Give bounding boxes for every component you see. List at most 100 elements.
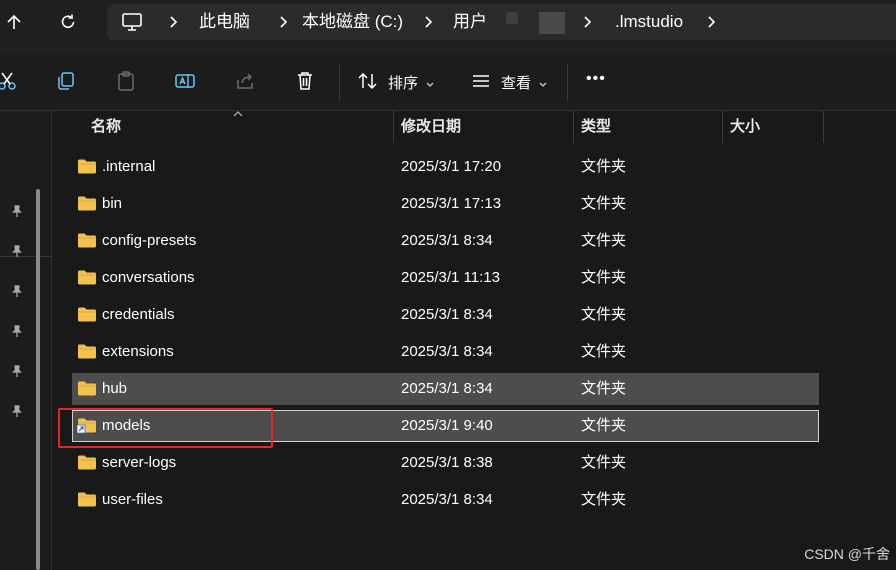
watermark: CSDN @千舍 bbox=[804, 546, 890, 562]
file-row[interactable]: extensions 2025/3/1 8:34 文件夹 bbox=[72, 336, 819, 368]
file-name[interactable]: models bbox=[102, 410, 150, 442]
file-type: 文件夹 bbox=[581, 380, 627, 397]
this-pc-icon bbox=[121, 12, 143, 37]
column-header-size[interactable]: 大小 bbox=[730, 111, 760, 143]
chevron-right-icon[interactable] bbox=[581, 14, 595, 30]
folder-icon bbox=[77, 380, 97, 397]
chevron-right-icon[interactable] bbox=[705, 14, 719, 30]
file-date: 2025/3/1 8:34 bbox=[401, 343, 493, 360]
file-row[interactable]: credentials 2025/3/1 8:34 文件夹 bbox=[72, 299, 819, 331]
column-header-date[interactable]: 修改日期 bbox=[401, 111, 461, 143]
address-bar-row: 此电脑 本地磁盘 (C:) 用户 .lmstudio bbox=[0, 0, 896, 54]
file-name[interactable]: bin bbox=[102, 188, 122, 220]
breadcrumb-users[interactable]: 用户 bbox=[453, 4, 487, 40]
address-box[interactable]: 此电脑 本地磁盘 (C:) 用户 .lmstudio bbox=[107, 4, 896, 40]
chevron-right-icon[interactable] bbox=[277, 14, 291, 30]
file-date: 2025/3/1 17:13 bbox=[401, 195, 502, 212]
folder-shortcut-icon bbox=[76, 417, 97, 434]
view-icon[interactable] bbox=[468, 68, 494, 94]
file-date: 2025/3/1 8:34 bbox=[401, 232, 493, 249]
chevron-right-icon[interactable] bbox=[167, 14, 181, 30]
file-date: 2025/3/1 9:40 bbox=[401, 417, 493, 434]
file-date: 2025/3/1 17:20 bbox=[401, 158, 502, 175]
cut-icon[interactable] bbox=[0, 68, 20, 94]
redacted-block bbox=[506, 12, 518, 24]
file-row[interactable]: user-files 2025/3/1 8:34 文件夹 bbox=[72, 484, 819, 516]
share-icon[interactable] bbox=[232, 68, 258, 94]
navigation-pane bbox=[0, 111, 51, 570]
folder-icon bbox=[77, 343, 97, 360]
column-separator[interactable] bbox=[823, 111, 824, 143]
file-type: 文件夹 bbox=[581, 195, 627, 212]
column-separator[interactable] bbox=[722, 111, 723, 143]
more-options-button[interactable]: ••• bbox=[586, 70, 606, 88]
file-name[interactable]: credentials bbox=[102, 299, 175, 331]
file-name[interactable]: conversations bbox=[102, 262, 195, 294]
file-date: 2025/3/1 8:34 bbox=[401, 491, 493, 508]
folder-icon bbox=[77, 454, 97, 471]
folder-icon bbox=[77, 232, 97, 249]
toolbar-separator bbox=[339, 64, 340, 100]
file-type: 文件夹 bbox=[581, 269, 627, 286]
file-type: 文件夹 bbox=[581, 232, 627, 249]
file-type: 文件夹 bbox=[581, 417, 627, 434]
redacted-username bbox=[539, 12, 565, 34]
refresh-icon[interactable] bbox=[54, 9, 82, 35]
sort-button[interactable]: 排序 bbox=[388, 72, 418, 93]
toolbar-separator bbox=[567, 64, 568, 100]
nav-scrollbar[interactable] bbox=[36, 189, 40, 570]
file-type: 文件夹 bbox=[581, 454, 627, 471]
file-name[interactable]: config-presets bbox=[102, 225, 196, 257]
pin-icon[interactable] bbox=[10, 244, 24, 258]
breadcrumb-local-disk[interactable]: 本地磁盘 (C:) bbox=[302, 4, 403, 40]
folder-icon bbox=[77, 269, 97, 286]
file-name[interactable]: server-logs bbox=[102, 447, 176, 479]
file-date: 2025/3/1 8:38 bbox=[401, 454, 493, 471]
pin-icon[interactable] bbox=[10, 324, 24, 338]
file-row[interactable]: bin 2025/3/1 17:13 文件夹 bbox=[72, 188, 819, 220]
column-separator[interactable] bbox=[573, 111, 574, 143]
delete-icon[interactable] bbox=[292, 68, 318, 94]
folder-icon bbox=[77, 195, 97, 212]
pin-icon[interactable] bbox=[10, 404, 24, 418]
file-name[interactable]: user-files bbox=[102, 484, 163, 516]
file-name[interactable]: .internal bbox=[102, 151, 155, 183]
file-name[interactable]: extensions bbox=[102, 336, 174, 368]
command-bar: 排序 查看 ••• bbox=[0, 54, 896, 111]
file-row[interactable]: conversations 2025/3/1 11:13 文件夹 bbox=[72, 262, 819, 294]
copy-icon[interactable] bbox=[53, 68, 79, 94]
chevron-down-icon[interactable] bbox=[538, 76, 548, 94]
pin-icon[interactable] bbox=[10, 284, 24, 298]
breadcrumb-lmstudio[interactable]: .lmstudio bbox=[615, 4, 683, 40]
file-date: 2025/3/1 8:34 bbox=[401, 306, 493, 323]
file-date: 2025/3/1 8:34 bbox=[401, 380, 493, 397]
file-list: 名称 修改日期 类型 大小 .internal 2025/3/1 17:20 文… bbox=[52, 111, 896, 570]
sort-icon[interactable] bbox=[355, 68, 381, 94]
chevron-right-icon[interactable] bbox=[422, 14, 436, 30]
view-button[interactable]: 查看 bbox=[501, 72, 531, 93]
column-header-type[interactable]: 类型 bbox=[581, 111, 611, 143]
file-row[interactable]: .internal 2025/3/1 17:20 文件夹 bbox=[72, 151, 819, 183]
file-name[interactable]: hub bbox=[102, 373, 127, 405]
rename-icon[interactable] bbox=[172, 68, 198, 94]
file-row-selected[interactable]: hub 2025/3/1 8:34 文件夹 bbox=[72, 373, 819, 405]
file-type: 文件夹 bbox=[581, 343, 627, 360]
file-row-focused[interactable]: models 2025/3/1 9:40 文件夹 bbox=[72, 410, 819, 442]
breadcrumb-this-pc[interactable]: 此电脑 bbox=[199, 4, 250, 40]
column-separator[interactable] bbox=[393, 111, 394, 143]
file-date: 2025/3/1 11:13 bbox=[401, 269, 500, 286]
folder-icon bbox=[77, 306, 97, 323]
pin-icon[interactable] bbox=[10, 204, 24, 218]
column-header-name[interactable]: 名称 bbox=[91, 111, 121, 143]
folder-icon bbox=[77, 491, 97, 508]
file-type: 文件夹 bbox=[581, 306, 627, 323]
file-type: 文件夹 bbox=[581, 158, 627, 175]
file-row[interactable]: server-logs 2025/3/1 8:38 文件夹 bbox=[72, 447, 819, 479]
up-arrow-icon[interactable] bbox=[0, 9, 28, 35]
nav-divider bbox=[0, 256, 51, 257]
pin-icon[interactable] bbox=[10, 364, 24, 378]
file-type: 文件夹 bbox=[581, 491, 627, 508]
file-row[interactable]: config-presets 2025/3/1 8:34 文件夹 bbox=[72, 225, 819, 257]
paste-icon[interactable] bbox=[113, 68, 139, 94]
chevron-down-icon[interactable] bbox=[425, 76, 435, 94]
